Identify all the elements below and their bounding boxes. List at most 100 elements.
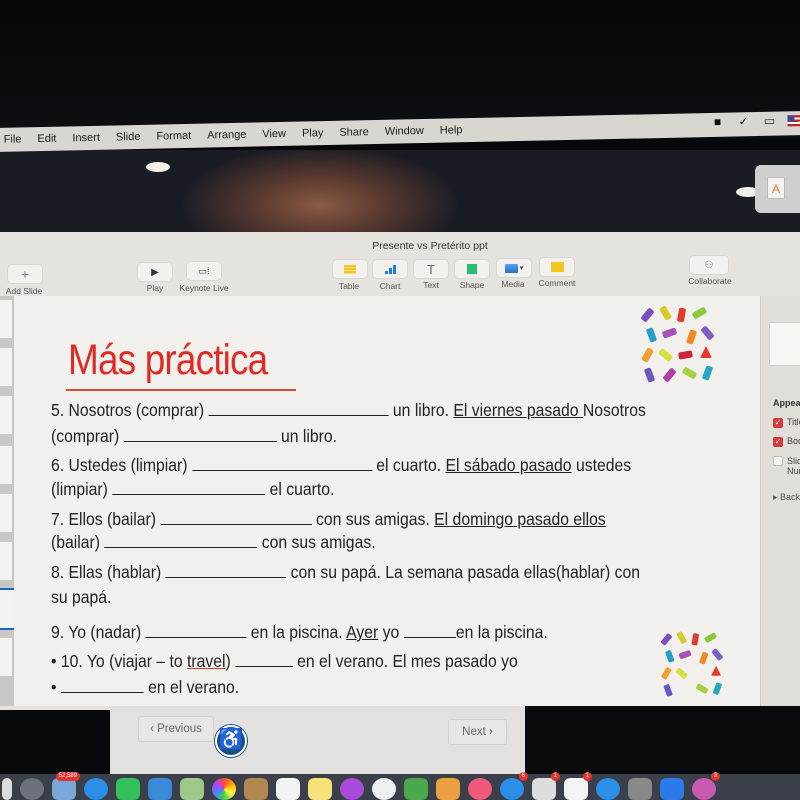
- menu-window[interactable]: Window: [385, 125, 424, 138]
- finder-icon[interactable]: [2, 778, 12, 800]
- slide-thumbnail[interactable]: [0, 446, 12, 484]
- answer-blank[interactable]: [104, 534, 258, 548]
- calendar-icon[interactable]: 1: [564, 772, 592, 800]
- toolbar: + Add Slide ▶ Play ▭⁞ Keynote Live Table…: [0, 256, 800, 296]
- zoom-app-icon[interactable]: [660, 778, 684, 800]
- keynote-live-button[interactable]: ▭⁞: [187, 262, 221, 280]
- arrow-shape: [678, 649, 692, 660]
- menu-file[interactable]: File: [4, 133, 22, 145]
- answer-blank[interactable]: [235, 653, 293, 667]
- contacts-icon[interactable]: [244, 778, 268, 800]
- slide-thumbnail[interactable]: [0, 348, 12, 386]
- arrow-shape: [700, 346, 712, 358]
- slide-thumbnail[interactable]: [0, 542, 12, 580]
- arrow-shape: [676, 307, 687, 323]
- body-checkbox[interactable]: ✓: [773, 437, 783, 447]
- launchpad-icon[interactable]: [20, 778, 44, 800]
- chart-button[interactable]: [373, 260, 407, 278]
- slide-thumbnail-selected[interactable]: [0, 588, 16, 630]
- podcasts-icon[interactable]: [340, 778, 364, 800]
- facetime-icon[interactable]: [116, 778, 140, 800]
- menu-edit[interactable]: Edit: [37, 133, 56, 145]
- menu-slide[interactable]: Slide: [116, 131, 141, 144]
- maps-icon[interactable]: [180, 778, 204, 800]
- news-icon[interactable]: [372, 778, 396, 800]
- slide-thumbnail[interactable]: [0, 638, 12, 676]
- answer-blank[interactable]: [191, 457, 372, 471]
- answer-blank[interactable]: [60, 679, 144, 693]
- checklist-icon[interactable]: ✓: [735, 114, 751, 128]
- desktop-file-icon[interactable]: A: [755, 165, 800, 213]
- play-button[interactable]: ▶: [138, 263, 172, 281]
- question-5-line-1: 5. Nosotros (comprar) un libro. El viern…: [51, 400, 646, 421]
- table-button[interactable]: [333, 260, 367, 278]
- time-phrase: El viernes pasado: [453, 400, 583, 420]
- music-icon[interactable]: [468, 778, 492, 800]
- next-button[interactable]: Next ›: [448, 719, 507, 745]
- answer-blank[interactable]: [160, 511, 312, 525]
- arrow-shape: [691, 632, 700, 646]
- menu-view[interactable]: View: [262, 128, 286, 140]
- question-text: un libro.: [388, 400, 454, 420]
- answer-blank[interactable]: [112, 481, 266, 495]
- pages-icon[interactable]: [436, 778, 460, 800]
- answer-blank[interactable]: [165, 564, 287, 578]
- question-8-line-1: 8. Ellas (hablar) con su papá. La semana…: [51, 562, 640, 583]
- mail-icon[interactable]: 52,589: [52, 772, 80, 800]
- collaborate-icon: ⚇: [704, 259, 714, 271]
- airplay-icon[interactable]: ▭: [761, 114, 777, 128]
- slide-number-checkbox[interactable]: [773, 456, 783, 466]
- keynote-icon[interactable]: [148, 778, 172, 800]
- utility-icon[interactable]: [628, 778, 652, 800]
- add-slide-button[interactable]: +: [8, 265, 42, 283]
- slide-thumbnail[interactable]: [0, 300, 12, 338]
- slide-thumbnail[interactable]: [0, 494, 12, 532]
- media-button[interactable]: ▾: [497, 259, 531, 277]
- add-slide-label: Add Slide: [5, 286, 43, 296]
- safari-icon[interactable]: [596, 778, 620, 800]
- us-flag-icon[interactable]: [787, 114, 800, 126]
- arrow-shape: [691, 306, 708, 320]
- title-checkbox[interactable]: ✓: [773, 418, 783, 428]
- accessibility-icon[interactable]: ♿: [215, 725, 247, 757]
- slide-canvas[interactable]: Más práctica 5. Nosotros (comprar) un li…: [14, 296, 760, 706]
- time-phrase: Ayer: [346, 622, 379, 642]
- format-inspector: Appearance ✓ Title ✓ Body Slide Number ▸…: [760, 296, 800, 706]
- arrow-shape: [661, 327, 678, 339]
- menu-insert[interactable]: Insert: [72, 132, 100, 145]
- answer-blank[interactable]: [208, 402, 389, 416]
- question-text: •: [51, 677, 61, 697]
- shape-button[interactable]: [455, 260, 489, 278]
- previous-button[interactable]: ‹ Previous: [138, 716, 214, 742]
- background-label: Background: [780, 492, 800, 502]
- numbers-icon[interactable]: [404, 778, 428, 800]
- collaborate-button[interactable]: ⚇: [690, 256, 728, 274]
- media-icon: [504, 263, 518, 273]
- arrow-shape: [681, 366, 698, 380]
- slide-thumbnail[interactable]: [0, 396, 12, 434]
- reminders-icon[interactable]: [276, 778, 300, 800]
- menu-format[interactable]: Format: [156, 130, 191, 143]
- zoom-icon[interactable]: ■: [709, 115, 725, 129]
- text-button[interactable]: T: [414, 260, 448, 278]
- time-phrase: El sábado pasado: [445, 455, 572, 475]
- comment-button[interactable]: [540, 258, 574, 276]
- answer-blank[interactable]: [123, 428, 277, 442]
- system-preferences-icon[interactable]: 1: [532, 772, 560, 800]
- menu-help[interactable]: Help: [440, 124, 463, 136]
- answer-blank[interactable]: [403, 624, 456, 638]
- notes-icon[interactable]: [308, 778, 332, 800]
- menu-arrange[interactable]: Arrange: [207, 129, 246, 142]
- question-text: (limpiar): [51, 479, 113, 499]
- messages-icon[interactable]: [84, 778, 108, 800]
- background-disclosure[interactable]: ▸ Background: [773, 492, 800, 503]
- decorative-arrows-image: [660, 630, 728, 700]
- slide-layout-preview[interactable]: [769, 322, 800, 366]
- chrome-icon[interactable]: 3: [692, 772, 720, 800]
- app-store-icon[interactable]: 6: [500, 772, 528, 800]
- answer-blank[interactable]: [145, 624, 247, 638]
- photos-icon[interactable]: [212, 778, 236, 800]
- menu-play[interactable]: Play: [302, 127, 324, 139]
- arrow-shape: [700, 325, 715, 341]
- menu-share[interactable]: Share: [339, 126, 369, 139]
